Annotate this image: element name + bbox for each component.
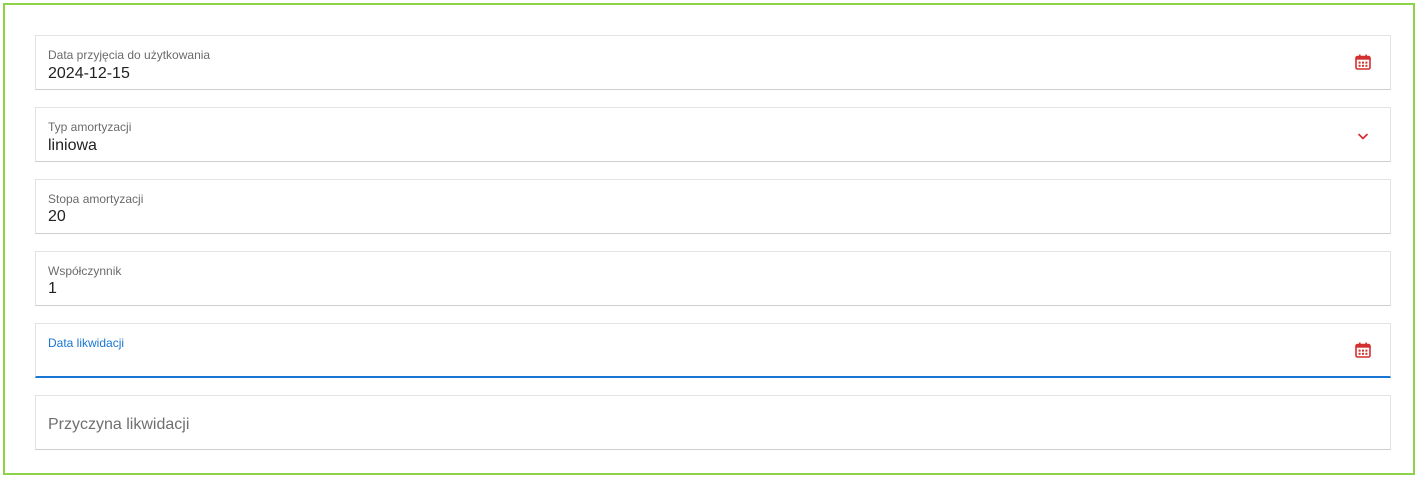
date-accepted-label: Data przyjęcia do użytkowania [48, 48, 211, 62]
date-accepted-field[interactable]: Data przyjęcia do użytkowania 2024-12-15 [35, 35, 1391, 90]
calendar-icon[interactable] [1354, 53, 1372, 71]
coefficient-field[interactable]: Współczynnik 1 [35, 251, 1391, 306]
depreciation-rate-field[interactable]: Stopa amortyzacji 20 [35, 179, 1391, 234]
depreciation-type-value[interactable]: liniowa [48, 136, 97, 155]
calendar-icon[interactable] [1354, 341, 1372, 359]
liquidation-date-field[interactable]: Data likwidacji [35, 323, 1391, 378]
depreciation-rate-value[interactable]: 20 [48, 207, 66, 226]
depreciation-type-select[interactable]: Typ amortyzacji liniowa [35, 107, 1391, 162]
coefficient-value[interactable]: 1 [48, 279, 57, 298]
date-accepted-value[interactable]: 2024-12-15 [48, 64, 130, 83]
chevron-down-icon[interactable] [1354, 128, 1372, 146]
depreciation-rate-label: Stopa amortyzacji [48, 192, 144, 206]
coefficient-label: Współczynnik [48, 264, 122, 278]
liquidation-date-label: Data likwidacji [48, 336, 125, 350]
depreciation-type-label: Typ amortyzacji [48, 120, 132, 134]
liquidation-reason-field[interactable]: Przyczyna likwidacji [35, 395, 1391, 450]
liquidation-reason-placeholder: Przyczyna likwidacji [48, 416, 190, 433]
form-container: Data przyjęcia do użytkowania 2024-12-15… [3, 3, 1415, 475]
